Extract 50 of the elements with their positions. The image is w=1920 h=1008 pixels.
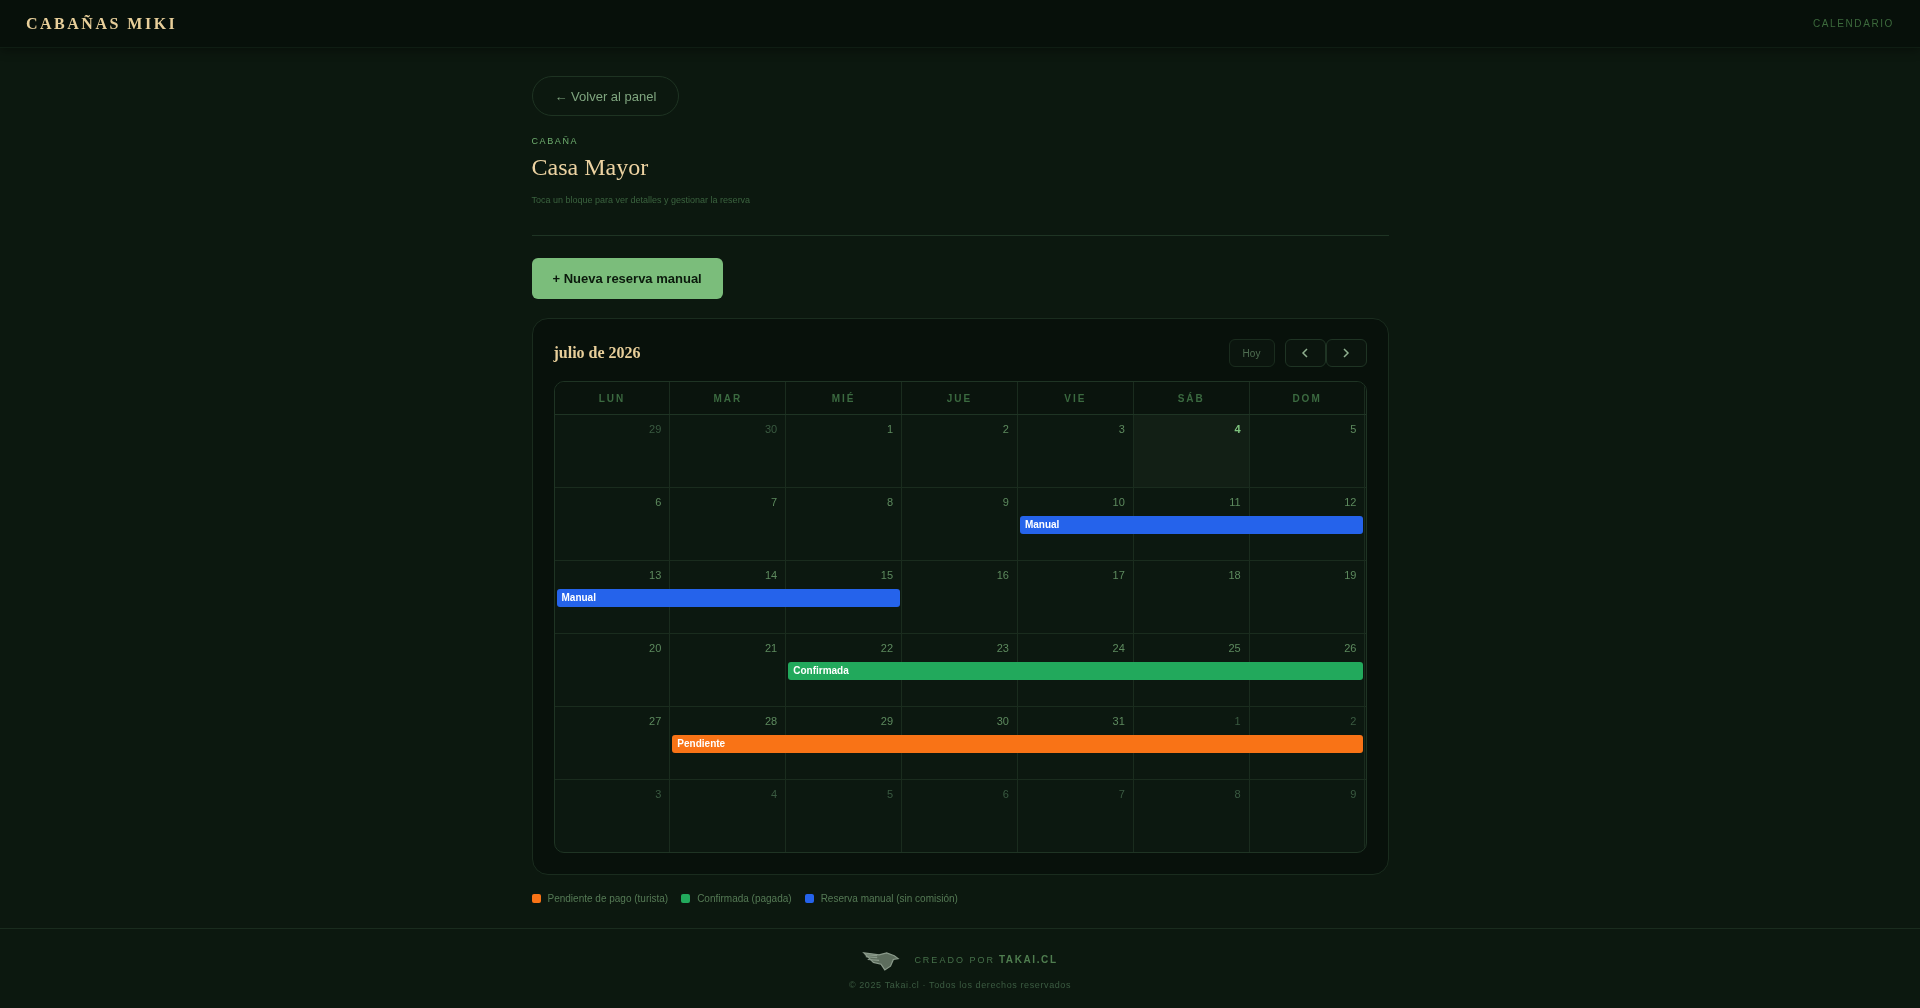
day-cell[interactable]: 30 [670,415,787,487]
day-cell[interactable]: 27 [554,707,671,779]
chevron-left-icon [1299,347,1311,359]
credit-link[interactable]: TAKAI.CL [998,954,1058,965]
brand-logo[interactable]: CABAÑAS MIKI [26,14,178,33]
day-cell[interactable]: 3 [1017,415,1134,487]
day-cell[interactable]: 7 [670,488,787,560]
booking-bar[interactable]: Confirmada [788,662,1364,680]
day-cell[interactable]: 29 [554,415,671,487]
day-cell[interactable]: 5 [786,780,903,852]
day-cell[interactable]: 6 [554,488,671,560]
weekday-header: MIÉ [786,382,903,414]
day-cell[interactable]: 18 [1133,561,1250,633]
today-button[interactable]: Hoy [1228,339,1275,367]
day-cell[interactable]: 20 [554,634,671,706]
day-cell[interactable]: 17 [1017,561,1134,633]
chevron-right-icon [1340,347,1352,359]
next-button[interactable] [1325,339,1367,367]
day-cell[interactable]: 21 [670,634,787,706]
month-title: julio de 2026 [553,344,641,362]
weekday-header: VIE [1017,382,1134,414]
section-label: CABAÑA [531,136,579,146]
legend-label: Reserva manual (sin comisión) [820,893,958,904]
day-cell[interactable]: 16 [902,561,1018,633]
day-cell[interactable]: 6 [902,780,1018,852]
previous-button[interactable] [1284,339,1326,367]
weekday-header: SÁB [1133,382,1250,414]
day-cell[interactable]: 19 [1249,561,1366,633]
legend-label: Confirmada (pagada) [697,893,792,904]
day-cell[interactable]: 2 [902,415,1018,487]
day-cell[interactable]: 5 [1249,415,1366,487]
weekday-header: JUE [902,382,1018,414]
day-cell[interactable]: 7 [1017,780,1134,852]
day-cell[interactable]: 1 [786,415,903,487]
day-cell[interactable]: 8 [1133,780,1250,852]
day-cell[interactable]: 9 [1249,780,1366,852]
booking-bar[interactable]: Pendiente [672,735,1364,753]
booking-bar[interactable]: Manual [1019,516,1364,534]
nav-link[interactable]: CALENDARIO [1813,18,1894,29]
weekday-header: LUN [554,382,671,414]
page-title: Casa Mayor [531,154,649,181]
day-cell[interactable]: 9 [902,488,1018,560]
weekday-header: DOM [1249,382,1366,414]
booking-bar[interactable]: Manual [556,589,901,607]
day-cell[interactable]: 8 [786,488,903,560]
day-cell[interactable]: 4 [1133,415,1250,487]
credit-text: CREADO POR [914,954,995,965]
legend-label: Pendiente de pago (turista) [547,893,669,904]
weekday-header: MAR [670,382,787,414]
new-booking-button[interactable]: + Nueva reserva manual [531,258,723,299]
